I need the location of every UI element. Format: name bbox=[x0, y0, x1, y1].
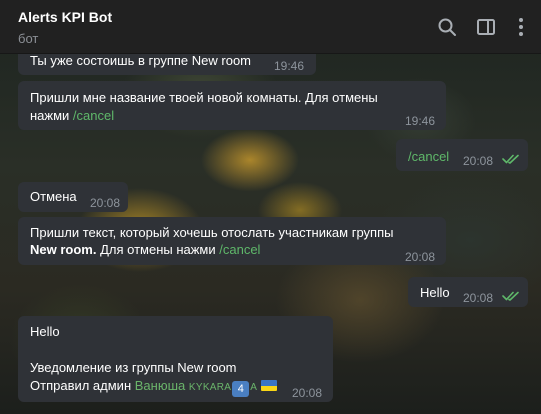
cancel-command-link[interactable]: /cancel bbox=[408, 148, 449, 166]
message-text-line: New room. Для отмены нажми /cancel bbox=[30, 241, 260, 259]
message-bubble-outgoing[interactable]: Hello 20:08 bbox=[408, 277, 528, 307]
double-check-icon bbox=[502, 154, 519, 164]
message-text: Отмена bbox=[30, 189, 77, 204]
message-text-line: нажми /cancel bbox=[30, 107, 114, 125]
message-bubble-incoming[interactable]: Hello Уведомление из группы New room Отп… bbox=[18, 316, 333, 402]
message-command-text: /cancel bbox=[408, 149, 450, 164]
chat-status: бот bbox=[18, 31, 39, 46]
search-icon[interactable] bbox=[435, 15, 459, 39]
message-text-line: Уведомление из группы New room bbox=[30, 360, 237, 375]
cancel-command-link[interactable]: /cancel bbox=[73, 108, 114, 123]
message-text-line: Пришли мне название твоей новой комнаты.… bbox=[30, 90, 378, 105]
double-check-icon bbox=[502, 291, 519, 301]
message-text: Для отмены нажми bbox=[96, 242, 220, 257]
message-bubble-incoming[interactable]: Пришли текст, который хочешь отослать уч… bbox=[18, 217, 446, 265]
group-name-bold: New room. bbox=[30, 242, 97, 257]
admin-tag: KYKARA bbox=[188, 382, 232, 393]
message-time: 20:08 bbox=[463, 291, 494, 305]
number-badge: 4 bbox=[232, 381, 250, 397]
message-time: 20:08 bbox=[463, 154, 494, 168]
admin-name-link[interactable]: Ванюша KYKARA 4 A bbox=[134, 378, 258, 397]
message-text: Отправил админ bbox=[30, 378, 135, 393]
message-text: Ты уже состоишь в группе New room bbox=[30, 53, 251, 68]
message-time: 20:08 bbox=[292, 386, 323, 400]
message-text-line: Пришли текст, который хочешь отослать уч… bbox=[30, 225, 394, 240]
admin-tag-suffix: A bbox=[250, 382, 258, 393]
message-bubble-outgoing[interactable]: /cancel 20:08 bbox=[396, 139, 528, 171]
message-text: нажми bbox=[30, 108, 73, 123]
message-bubble-incoming[interactable]: Отмена 20:08 bbox=[18, 182, 128, 212]
sidebar-toggle-icon[interactable] bbox=[474, 15, 498, 39]
chat-title[interactable]: Alerts KPI Bot bbox=[18, 9, 112, 25]
chat-window: Alerts KPI Bot бот Ты уже состоишь в гру… bbox=[0, 0, 541, 414]
message-time: 20:08 bbox=[405, 250, 436, 264]
admin-name: Ванюша bbox=[134, 378, 186, 393]
message-time: 19:46 bbox=[405, 114, 436, 128]
message-bubble-incoming[interactable]: Пришли мне название твоей новой комнаты.… bbox=[18, 81, 446, 130]
cancel-command-link[interactable]: /cancel bbox=[219, 242, 260, 257]
message-text-line: Отправил админ Ванюша KYKARA 4 A bbox=[30, 377, 278, 397]
message-time: 19:46 bbox=[274, 59, 305, 73]
more-vertical-icon[interactable] bbox=[509, 15, 533, 39]
message-text-line: Hello bbox=[30, 324, 60, 339]
message-time: 20:08 bbox=[90, 196, 121, 210]
message-text: Hello bbox=[420, 285, 450, 300]
chat-header: Alerts KPI Bot бот bbox=[0, 0, 541, 54]
ukraine-flag-icon bbox=[261, 380, 278, 391]
